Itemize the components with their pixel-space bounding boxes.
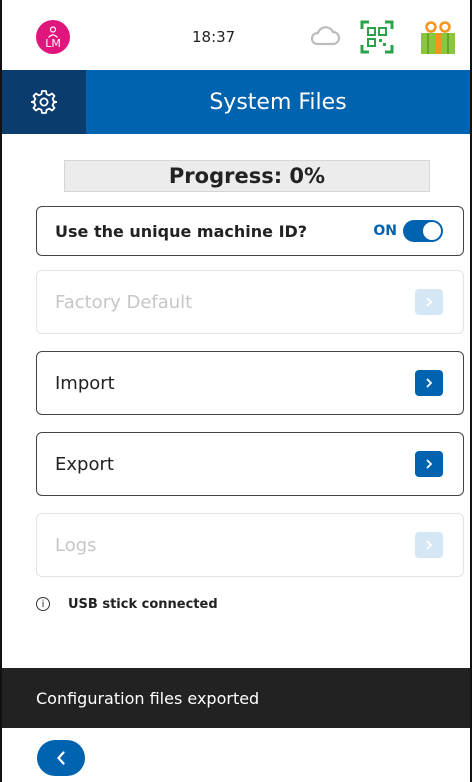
usb-status: i USB stick connected (36, 594, 218, 614)
factory-default-label: Factory Default (55, 291, 193, 313)
qr-code-icon[interactable] (360, 20, 394, 54)
machine-id-label: Use the unique machine ID? (55, 221, 308, 241)
clock: 18:37 (192, 28, 236, 46)
export-button[interactable]: Export (36, 432, 464, 496)
factory-default-button[interactable]: Factory Default (36, 270, 464, 334)
info-icon: i (36, 597, 50, 611)
chevron-right-icon (415, 370, 443, 396)
progress-bar: Progress: 0% (64, 160, 430, 192)
chevron-right-icon (415, 289, 443, 315)
machine-id-row: Use the unique machine ID? ON (36, 206, 464, 256)
back-button[interactable] (37, 740, 85, 776)
toggle-state-label: ON (373, 223, 397, 239)
export-label: Export (55, 453, 114, 475)
toast-message: Configuration files exported (2, 668, 470, 728)
status-bar: LM 18:37 (2, 0, 470, 70)
logs-button[interactable]: Logs (36, 513, 464, 577)
usb-status-text: USB stick connected (68, 596, 218, 612)
machine-id-toggle[interactable] (403, 220, 443, 242)
gear-icon (31, 90, 57, 114)
logs-label: Logs (55, 534, 97, 556)
chevron-right-icon (415, 451, 443, 477)
header: System Files (2, 70, 470, 134)
avatar[interactable]: LM (36, 20, 70, 54)
chevron-right-icon (415, 532, 443, 558)
system-files-screen: LM 18:37 System Files Progress: 0% Use t… (0, 0, 472, 782)
cloud-sync-icon[interactable] (308, 26, 342, 48)
import-button[interactable]: Import (36, 351, 464, 415)
toggle-knob (423, 222, 441, 240)
page-title: System Files (209, 89, 347, 115)
avatar-initials: LM (45, 36, 61, 50)
import-label: Import (55, 372, 115, 394)
user-icon (48, 25, 58, 38)
settings-button[interactable] (2, 70, 86, 134)
gift-icon[interactable] (418, 20, 458, 56)
chevron-left-icon (57, 751, 65, 765)
